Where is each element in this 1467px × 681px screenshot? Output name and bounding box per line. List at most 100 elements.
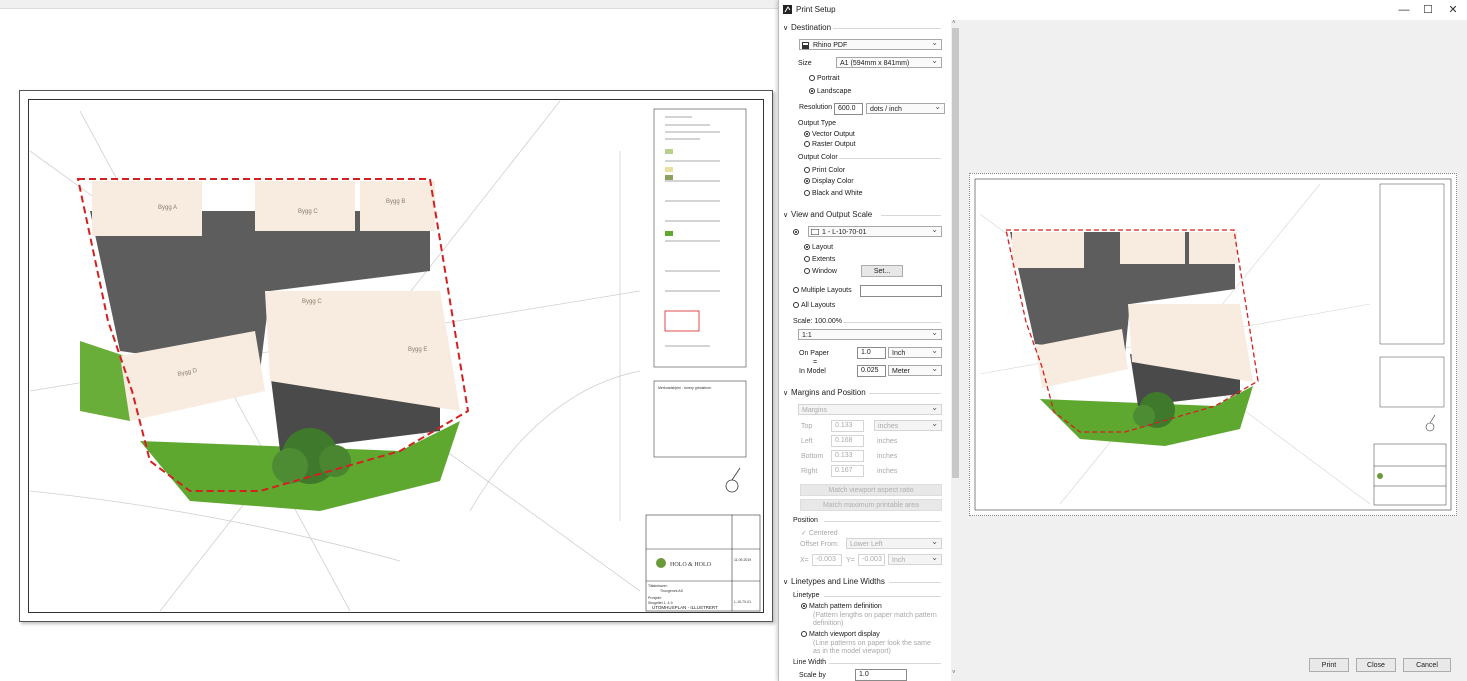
dialog-title: Print Setup — [796, 5, 836, 14]
chevron-down-icon[interactable]: ∨ — [783, 211, 791, 219]
notes-box — [653, 380, 747, 458]
scale-select[interactable]: 1:1 — [798, 327, 942, 340]
svg-text:Thungenes AS: Thungenes AS — [660, 589, 684, 593]
print-button[interactable]: Print — [1309, 658, 1349, 672]
left-margin-label: Left — [801, 438, 813, 445]
match-printable-button[interactable]: Match maximum printable area — [800, 499, 942, 511]
x-offset-input[interactable]: -0.003 — [812, 554, 842, 566]
match-viewport-radio[interactable]: Match viewport display — [801, 631, 880, 638]
multiple-layouts-radio[interactable]: Multiple Layouts — [793, 287, 852, 294]
print-setup-dialog[interactable]: Print Setup — ☐ ✕ ∨ Destination Rhino PDF… — [778, 0, 1467, 681]
chevron-down-icon[interactable]: ∨ — [783, 578, 791, 586]
paper-size-select[interactable]: A1 (594mm x 841mm) — [836, 55, 942, 68]
minimize-icon[interactable]: — — [1391, 2, 1417, 18]
bottom-margin-label: Bottom — [801, 453, 824, 460]
top-margin-label: Top — [801, 423, 813, 430]
black-white-radio[interactable]: Black and White — [804, 190, 863, 197]
sheet-title: UTOMHUSPLAN - ILLUSTRERT — [652, 605, 718, 610]
scrollbar-thumb[interactable] — [952, 28, 959, 478]
on-paper-unit-select[interactable]: Inch — [888, 345, 942, 358]
site-plan-drawing: Bygg A Bygg C Bygg B Bygg C Bygg E Bygg … — [29, 100, 761, 612]
print-color-radio[interactable]: Print Color — [804, 167, 845, 174]
scale-label: Scale: 100.00% — [793, 318, 843, 325]
section-destination[interactable]: ∨ Destination — [783, 23, 831, 32]
svg-text:11.09.2019: 11.09.2019 — [734, 558, 751, 562]
resolution-label: Resolution — [799, 104, 833, 111]
scroll-down-icon[interactable]: ˅ — [952, 670, 956, 676]
y-offset-label: Y= — [846, 557, 855, 564]
svg-text:L-10-70-01: L-10-70-01 — [734, 600, 751, 604]
match-pattern-radio[interactable]: Match pattern definition — [801, 603, 882, 610]
maximize-icon[interactable]: ☐ — [1415, 2, 1441, 18]
settings-panel[interactable]: ∨Destination Rhino PDF Size A1 (594mm x … — [779, 20, 951, 681]
company-logo-icon — [656, 558, 666, 568]
right-margin-input[interactable]: 0.167 — [831, 465, 864, 477]
in-model-unit-select[interactable]: Meter — [888, 363, 942, 376]
dialog-titlebar[interactable]: Print Setup — ☐ ✕ — [779, 0, 1467, 20]
output-type-label: Output Type — [798, 120, 837, 127]
match-aspect-button[interactable]: Match viewport aspect ratio — [800, 484, 942, 496]
north-arrow-icon — [725, 467, 741, 493]
centered-checkbox[interactable]: ✓ Centered — [801, 529, 838, 537]
raster-output-radio[interactable]: Raster Output — [804, 141, 856, 148]
margins-select[interactable]: Margins — [798, 402, 942, 415]
preview-page — [969, 173, 1457, 516]
position-label: Position — [793, 517, 818, 524]
chevron-down-icon[interactable]: ∨ — [783, 389, 791, 397]
chevron-down-icon[interactable]: ∨ — [783, 24, 791, 32]
multiple-layouts-input[interactable] — [860, 285, 942, 297]
building-label: Bygg A — [158, 205, 177, 211]
scale-by-input[interactable]: 1.0 — [855, 669, 907, 681]
cancel-button[interactable]: Cancel — [1403, 658, 1451, 672]
bottom-margin-input[interactable]: 0.133 — [831, 450, 864, 462]
in-model-label: In Model — [799, 368, 826, 375]
window-radio[interactable]: Window — [804, 268, 837, 275]
svg-text:Tiltakshaver:: Tiltakshaver: — [648, 584, 668, 588]
layout-source-radio[interactable] — [793, 229, 801, 236]
in-model-input[interactable]: 0.025 — [857, 365, 886, 377]
rhino-app-icon — [783, 5, 792, 14]
all-layouts-radio[interactable]: All Layouts — [793, 302, 835, 309]
linetype-label: Linetype — [793, 592, 820, 599]
on-paper-input[interactable]: 1.0 — [857, 347, 886, 359]
section-view-scale[interactable]: ∨ View and Output Scale — [783, 210, 872, 219]
building-label: Bygg B — [386, 199, 405, 205]
set-window-button[interactable]: Set... — [861, 265, 903, 277]
resolution-unit-select[interactable]: dots / inch — [866, 101, 945, 114]
legend-entries — [665, 116, 720, 347]
building-a — [92, 181, 202, 236]
margin-unit-select[interactable]: inches — [874, 418, 942, 431]
x-offset-label: X= — [800, 557, 809, 564]
close-icon[interactable]: ✕ — [1440, 2, 1466, 18]
settings-scrollbar[interactable]: ˄ ˅ — [951, 20, 960, 681]
portrait-radio[interactable]: Portrait — [809, 75, 840, 82]
building-label: Bygg C — [302, 299, 322, 305]
line-width-label: Line Width — [793, 659, 827, 666]
match-viewport-description: (Line patterns on paper look the same as… — [813, 640, 931, 655]
app-toolbar-strip — [0, 0, 778, 9]
offset-from-select[interactable]: Lower Left — [846, 536, 942, 549]
section-linetypes[interactable]: ∨ Linetypes and Line Widths — [783, 577, 885, 586]
close-button[interactable]: Close — [1356, 658, 1396, 672]
display-color-radio[interactable]: Display Color — [804, 178, 854, 185]
scroll-up-icon[interactable]: ˄ — [952, 20, 956, 26]
layout-select[interactable]: 1 - L-10-70-01 — [808, 224, 942, 237]
equals-sign: = — [813, 359, 818, 366]
scale-by-label: Scale by — [799, 672, 826, 679]
resolution-input[interactable]: 600.0 — [834, 103, 863, 115]
top-margin-input[interactable]: 0.133 — [831, 420, 864, 432]
layout-radio[interactable]: Layout — [804, 244, 833, 251]
left-margin-input[interactable]: 0.168 — [831, 435, 864, 447]
building-label: Bygg C — [298, 209, 318, 215]
printer-select[interactable]: Rhino PDF — [799, 37, 942, 50]
extents-radio[interactable]: Extents — [804, 256, 835, 263]
layout-sheet[interactable]: Bygg A Bygg C Bygg B Bygg C Bygg E Bygg … — [19, 90, 773, 622]
pdf-printer-icon — [802, 42, 809, 49]
layout-icon — [811, 229, 819, 235]
vector-output-radio[interactable]: Vector Output — [804, 131, 855, 138]
preview-drawing — [974, 178, 1452, 511]
offset-unit-select[interactable]: Inch — [888, 552, 942, 565]
section-margins[interactable]: ∨ Margins and Position — [783, 388, 866, 397]
landscape-radio[interactable]: Landscape — [809, 88, 851, 95]
y-offset-input[interactable]: -0.003 — [858, 554, 885, 566]
